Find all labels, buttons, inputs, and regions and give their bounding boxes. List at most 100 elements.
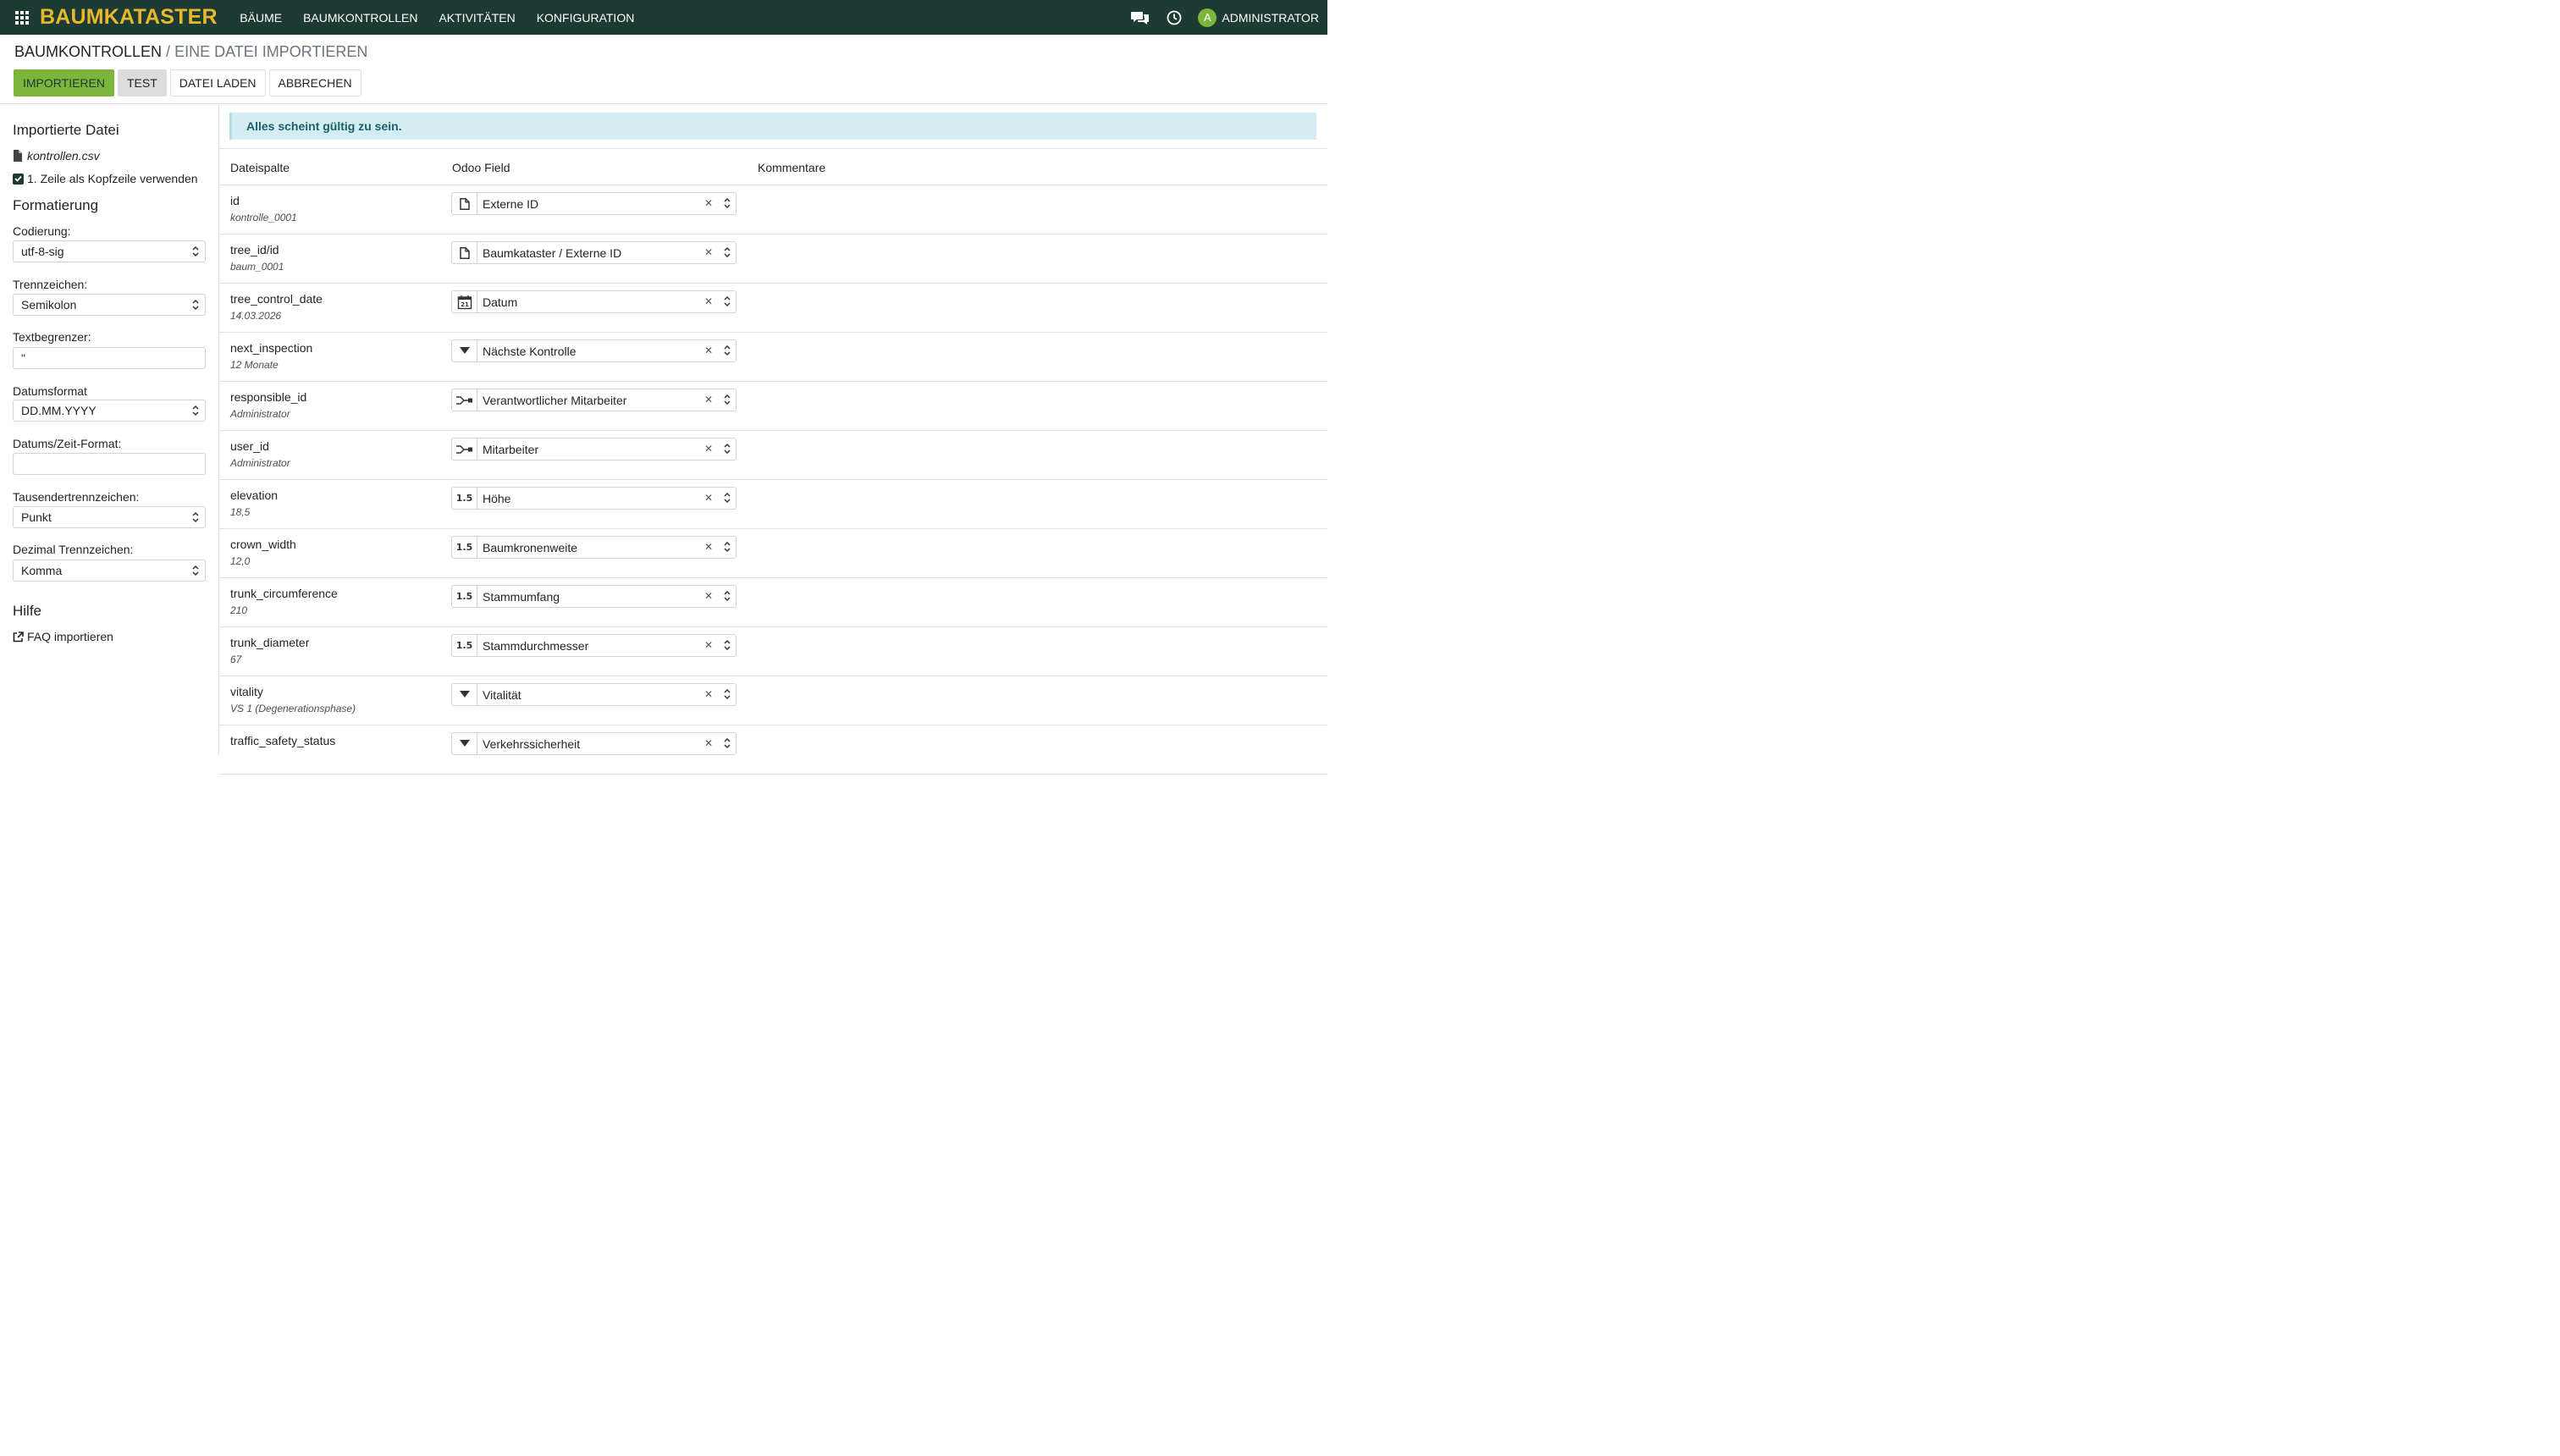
date-format-select[interactable]: DD.MM.YYYY bbox=[13, 400, 206, 422]
breadcrumb-separator: / bbox=[166, 43, 171, 60]
quote-value: " bbox=[21, 351, 25, 365]
decimal-separator-label: Dezimal Trennzeichen: bbox=[13, 543, 134, 556]
odoo-field-select[interactable]: Baumkataster / Externe ID ✕ bbox=[451, 241, 737, 264]
table-row: crown_width 12,0 1.5 Baumkronenweite ✕ bbox=[219, 529, 1327, 578]
menu-item-aktivitaeten[interactable]: AKTIVITÄTEN bbox=[428, 0, 526, 35]
encoding-select[interactable]: utf-8-sig bbox=[13, 240, 206, 262]
datetime-format-input[interactable] bbox=[13, 453, 206, 475]
clear-field-icon[interactable]: ✕ bbox=[704, 197, 713, 209]
odoo-field-select[interactable]: 1.5 Baumkronenweite ✕ bbox=[451, 536, 737, 559]
table-row: trunk_circumference 210 1.5 Stammumfang … bbox=[219, 578, 1327, 627]
menu-item-konfiguration[interactable]: KONFIGURATION bbox=[526, 0, 645, 35]
file-column-name: user_id bbox=[230, 439, 269, 453]
select-caret-icon[interactable] bbox=[723, 687, 731, 701]
odoo-field-select[interactable]: 1.5 Stammdurchmesser ✕ bbox=[451, 634, 737, 657]
odoo-field-select[interactable]: 21 Datum ✕ bbox=[451, 290, 737, 313]
chat-icon[interactable] bbox=[1123, 0, 1157, 35]
breadcrumb-parent[interactable]: BAUMKONTROLLEN bbox=[14, 43, 162, 60]
select-caret-icon[interactable] bbox=[723, 491, 731, 505]
file-column-name: trunk_circumference bbox=[230, 587, 338, 600]
odoo-field-value: Stammumfang bbox=[483, 589, 560, 604]
select-caret-icon[interactable] bbox=[723, 393, 731, 406]
separator-select[interactable]: Semikolon bbox=[13, 294, 206, 316]
dropdown-icon bbox=[452, 340, 477, 361]
menu-item-baeume[interactable]: BÄUME bbox=[229, 0, 293, 35]
imported-file-heading: Importierte Datei bbox=[13, 122, 119, 138]
import-button[interactable]: IMPORTIEREN bbox=[14, 69, 114, 97]
load-file-button[interactable]: DATEI LADEN bbox=[169, 69, 266, 97]
test-button[interactable]: TEST bbox=[117, 69, 167, 97]
date-format-value: DD.MM.YYYY bbox=[21, 404, 97, 417]
clock-icon[interactable] bbox=[1157, 0, 1191, 35]
file-column-name: tree_id/id bbox=[230, 243, 279, 256]
app-brand[interactable]: BAUMKATASTER bbox=[40, 5, 218, 30]
odoo-field-select[interactable]: Vitalität ✕ bbox=[451, 683, 737, 706]
user-menu[interactable]: ADMINISTRATOR bbox=[1222, 11, 1319, 25]
select-caret-icon[interactable] bbox=[723, 540, 731, 554]
select-caret-icon[interactable] bbox=[723, 196, 731, 210]
clear-field-icon[interactable]: ✕ bbox=[704, 246, 713, 258]
file-column-sample: kontrolle_0001 bbox=[230, 212, 297, 223]
faq-link-text[interactable]: FAQ importieren bbox=[27, 630, 113, 643]
odoo-field-value: Externe ID bbox=[483, 196, 539, 211]
odoo-field-value: Verkehrssicherheit bbox=[483, 736, 581, 751]
odoo-field-value: Baumkataster / Externe ID bbox=[483, 245, 622, 260]
file-column-name: next_inspection bbox=[230, 341, 313, 355]
faq-link[interactable]: FAQ importieren bbox=[13, 630, 113, 643]
clear-field-icon[interactable]: ✕ bbox=[704, 295, 713, 307]
odoo-field-select[interactable]: Verantwortlicher Mitarbeiter ✕ bbox=[451, 389, 737, 411]
select-caret-icon bbox=[192, 565, 199, 576]
checkbox-checked-icon[interactable] bbox=[13, 173, 24, 185]
odoo-field-value: Nächste Kontrolle bbox=[483, 344, 577, 358]
select-caret-icon[interactable] bbox=[723, 245, 731, 259]
table-row: elevation 18,5 1.5 Höhe ✕ bbox=[219, 480, 1327, 529]
thousands-separator-label: Tausendertrennzeichen: bbox=[13, 490, 140, 504]
validation-alert: Alles scheint gültig zu sein. bbox=[229, 113, 1316, 140]
select-caret-icon[interactable] bbox=[723, 638, 731, 652]
imported-filename: kontrollen.csv bbox=[13, 149, 100, 163]
select-caret-icon[interactable] bbox=[723, 442, 731, 455]
file-column-name: responsible_id bbox=[230, 390, 307, 404]
file-column-sample: 67 bbox=[230, 654, 242, 665]
select-caret-icon[interactable] bbox=[723, 344, 731, 357]
menu-item-baumkontrollen[interactable]: BAUMKONTROLLEN bbox=[293, 0, 428, 35]
odoo-field-select[interactable]: Nächste Kontrolle ✕ bbox=[451, 339, 737, 362]
table-row: tree_id/id baum_0001 Baumkataster / Exte… bbox=[219, 234, 1327, 284]
select-caret-icon[interactable] bbox=[723, 589, 731, 603]
header-row-checkbox[interactable]: 1. Zeile als Kopfzeile verwenden bbox=[13, 172, 198, 185]
apps-menu-icon[interactable] bbox=[14, 10, 30, 25]
clear-field-icon[interactable]: ✕ bbox=[704, 394, 713, 405]
select-caret-icon[interactable] bbox=[723, 736, 731, 750]
clear-field-icon[interactable]: ✕ bbox=[704, 590, 713, 602]
odoo-field-select[interactable]: Externe ID ✕ bbox=[451, 192, 737, 215]
select-caret-icon bbox=[192, 245, 199, 257]
clear-field-icon[interactable]: ✕ bbox=[704, 737, 713, 749]
cancel-button[interactable]: ABBRECHEN bbox=[268, 69, 361, 97]
clear-field-icon[interactable]: ✕ bbox=[704, 688, 713, 700]
odoo-field-value: Datum bbox=[483, 295, 518, 309]
button-bar: IMPORTIEREN TEST DATEI LADEN ABBRECHEN bbox=[14, 69, 365, 97]
decimal-separator-select[interactable]: Komma bbox=[13, 560, 206, 582]
odoo-field-value: Vitalität bbox=[483, 687, 521, 702]
breadcrumb-current: EINE DATEI IMPORTIEREN bbox=[174, 43, 368, 60]
clear-field-icon[interactable]: ✕ bbox=[704, 541, 713, 553]
quote-input[interactable]: " bbox=[13, 347, 206, 369]
clear-field-icon[interactable]: ✕ bbox=[704, 492, 713, 504]
odoo-field-select[interactable]: Mitarbeiter ✕ bbox=[451, 438, 737, 461]
odoo-field-select[interactable]: Verkehrssicherheit ✕ bbox=[451, 732, 737, 755]
thousands-separator-select[interactable]: Punkt bbox=[13, 506, 206, 528]
clear-field-icon[interactable]: ✕ bbox=[704, 639, 713, 651]
mapping-table-header: Dateispalte Odoo Field Kommentare bbox=[219, 148, 1327, 185]
select-caret-icon bbox=[192, 511, 199, 523]
external-link-icon bbox=[13, 631, 24, 642]
clear-field-icon[interactable]: ✕ bbox=[704, 345, 713, 356]
odoo-field-select[interactable]: 1.5 Stammumfang ✕ bbox=[451, 585, 737, 608]
relation-icon bbox=[452, 438, 477, 460]
file-column-name: crown_width bbox=[230, 538, 296, 551]
header-comments: Kommentare bbox=[758, 161, 826, 174]
select-caret-icon[interactable] bbox=[723, 295, 731, 308]
odoo-field-select[interactable]: 1.5 Höhe ✕ bbox=[451, 487, 737, 510]
clear-field-icon[interactable]: ✕ bbox=[704, 443, 713, 455]
help-heading: Hilfe bbox=[13, 603, 42, 619]
user-avatar[interactable]: A bbox=[1198, 8, 1217, 27]
